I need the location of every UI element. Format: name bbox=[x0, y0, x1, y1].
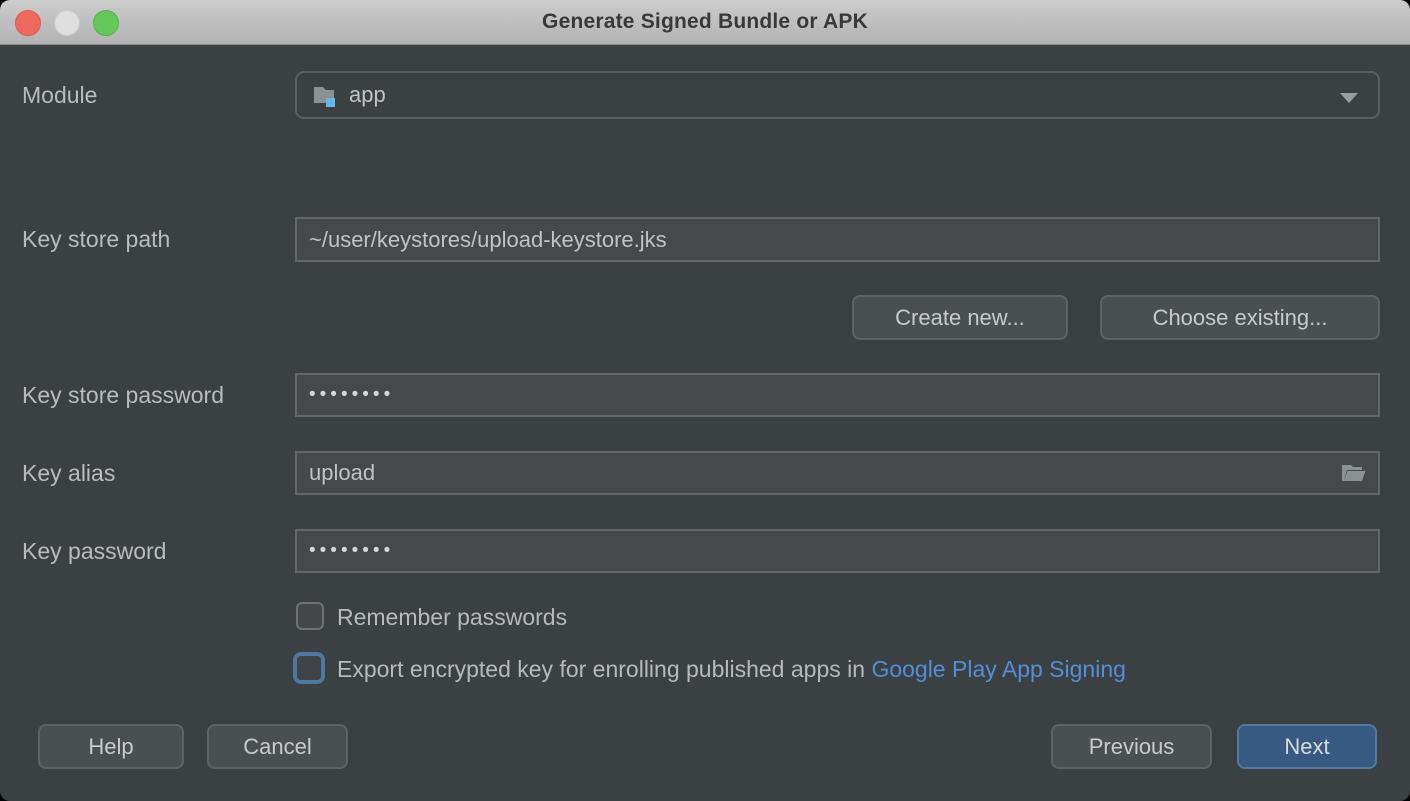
next-button[interactable]: Next bbox=[1237, 724, 1377, 769]
choose-existing-button[interactable]: Choose existing... bbox=[1100, 295, 1380, 340]
help-button[interactable]: Help bbox=[38, 724, 184, 769]
keystore-password-input[interactable] bbox=[295, 373, 1380, 417]
key-password-label: Key password bbox=[22, 538, 166, 565]
traffic-lights bbox=[15, 10, 119, 36]
create-new-button[interactable]: Create new... bbox=[852, 295, 1068, 340]
key-password-input[interactable] bbox=[295, 529, 1380, 573]
keystore-path-label: Key store path bbox=[22, 226, 170, 253]
export-key-checkbox[interactable] bbox=[293, 652, 325, 684]
key-alias-label: Key alias bbox=[22, 460, 115, 487]
module-dropdown[interactable]: app bbox=[295, 71, 1380, 119]
close-window-button[interactable] bbox=[15, 10, 41, 36]
remember-passwords-checkbox[interactable] bbox=[296, 602, 324, 630]
minimize-window-button[interactable] bbox=[54, 10, 80, 36]
export-key-label: Export encrypted key for enrolling publi… bbox=[337, 656, 1126, 683]
title-bar: Generate Signed Bundle or APK bbox=[0, 0, 1410, 45]
keystore-path-input[interactable] bbox=[295, 217, 1380, 262]
previous-button[interactable]: Previous bbox=[1051, 724, 1212, 769]
key-alias-input[interactable] bbox=[295, 451, 1380, 495]
window-title: Generate Signed Bundle or APK bbox=[542, 10, 868, 34]
zoom-window-button[interactable] bbox=[93, 10, 119, 36]
module-label: Module bbox=[22, 82, 97, 109]
export-key-text: Export encrypted key for enrolling publi… bbox=[337, 656, 865, 682]
module-value: app bbox=[349, 82, 386, 108]
google-play-app-signing-link[interactable]: Google Play App Signing bbox=[871, 656, 1125, 682]
keystore-password-label: Key store password bbox=[22, 382, 224, 409]
generate-signed-bundle-dialog: Generate Signed Bundle or APK Module app… bbox=[0, 0, 1410, 801]
chevron-down-icon bbox=[1340, 93, 1358, 103]
remember-passwords-label: Remember passwords bbox=[337, 604, 567, 631]
open-folder-icon[interactable] bbox=[1338, 459, 1368, 492]
module-folder-icon bbox=[311, 81, 339, 109]
cancel-button[interactable]: Cancel bbox=[207, 724, 348, 769]
